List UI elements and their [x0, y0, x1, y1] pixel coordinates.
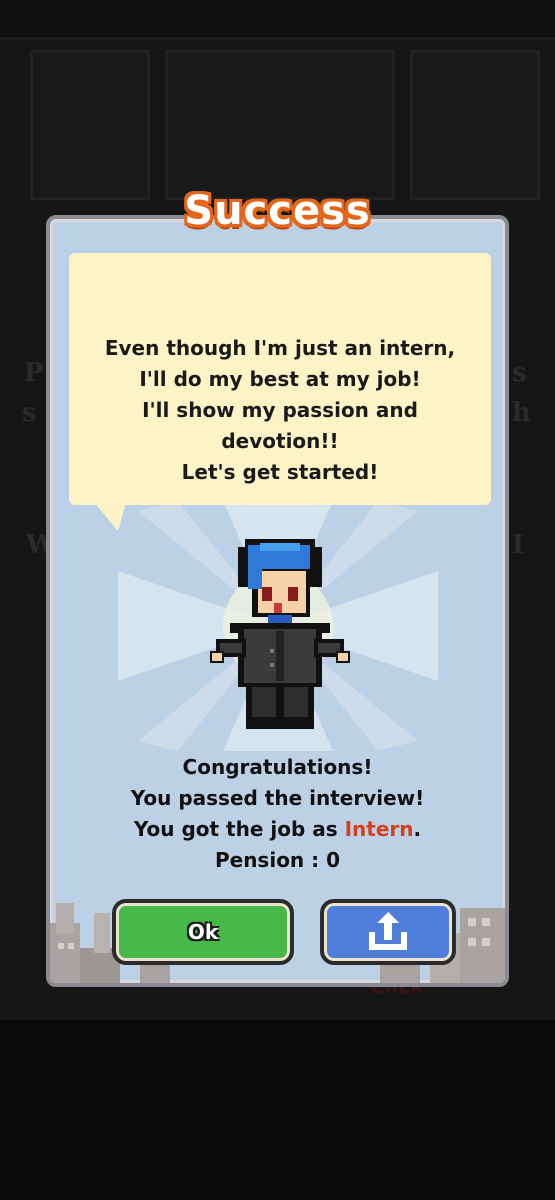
background-text-fragment: P: [24, 358, 44, 388]
job-line-suffix: .: [413, 817, 422, 841]
dialog-title: Success: [184, 188, 371, 234]
ok-button-label: Ok: [187, 920, 219, 944]
background-text-fragment: s: [512, 358, 527, 388]
character-sprite: [210, 539, 350, 729]
background-bottom-area: [0, 1020, 555, 1200]
speech-line: Even though I'm just an intern,: [104, 336, 456, 360]
pension-value: 0: [326, 848, 341, 872]
speech-line: I'll show my passion and: [142, 398, 418, 422]
speech-line: I'll do my best at my job!: [139, 367, 421, 391]
share-button[interactable]: [320, 899, 456, 965]
background-text-fragment: h: [512, 398, 531, 428]
background-text-fragment: s: [22, 398, 37, 428]
pension-label: Pension :: [214, 848, 327, 872]
background-panel: [30, 50, 150, 200]
pension-line: Pension : 0: [50, 845, 505, 876]
ok-button[interactable]: Ok: [112, 899, 294, 965]
interview-line: You passed the interview!: [130, 786, 425, 810]
speech-line: devotion!!: [221, 429, 339, 453]
success-dialog: Even though I'm just an intern, I'll do …: [46, 215, 509, 987]
speech-line: Let's get started!: [181, 460, 379, 484]
share-upload-icon: [369, 912, 407, 950]
speech-bubble-tail: [88, 495, 128, 531]
background-panel: [165, 50, 395, 200]
result-message: Congratulations! You passed the intervie…: [50, 752, 505, 876]
job-line: You got the job as Intern.: [50, 814, 505, 845]
background-panel: [410, 50, 540, 200]
job-title: Intern: [344, 817, 414, 841]
speech-bubble: Even though I'm just an intern, I'll do …: [69, 253, 491, 505]
background-text-fragment: I: [512, 530, 525, 560]
background-top-bar: [0, 0, 555, 40]
job-line-prefix: You got the job as: [133, 817, 345, 841]
speech-text: Even though I'm just an intern, I'll do …: [69, 333, 491, 488]
congrats-line: Congratulations!: [182, 755, 373, 779]
